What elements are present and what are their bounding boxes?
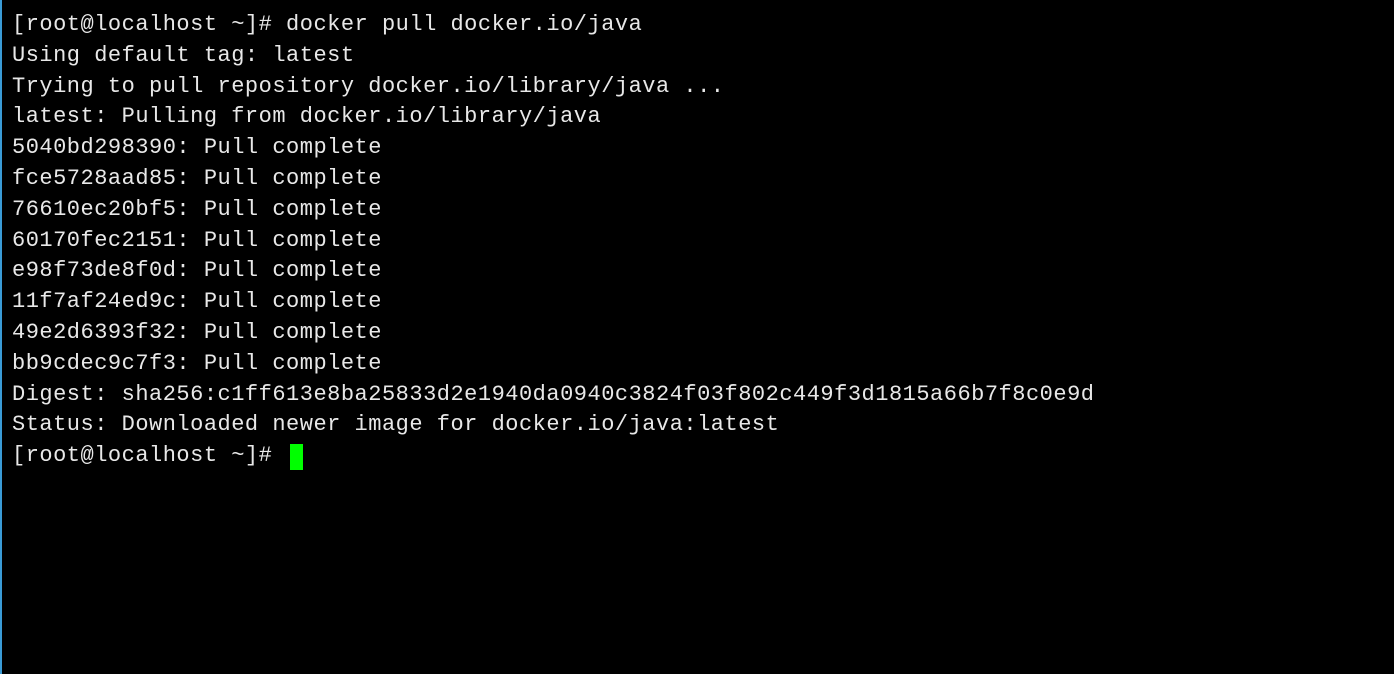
terminal-line: 5040bd298390: Pull complete — [12, 133, 1384, 164]
terminal-line: Using default tag: latest — [12, 41, 1384, 72]
terminal-prompt-line[interactable]: [root@localhost ~]# — [12, 441, 1384, 472]
terminal-line: 11f7af24ed9c: Pull complete — [12, 287, 1384, 318]
terminal-line: 49e2d6393f32: Pull complete — [12, 318, 1384, 349]
terminal-line: latest: Pulling from docker.io/library/j… — [12, 102, 1384, 133]
terminal-line: e98f73de8f0d: Pull complete — [12, 256, 1384, 287]
terminal-cursor — [290, 444, 303, 470]
terminal-prompt: [root@localhost ~]# — [12, 441, 286, 472]
terminal-line: fce5728aad85: Pull complete — [12, 164, 1384, 195]
terminal-line: Trying to pull repository docker.io/libr… — [12, 72, 1384, 103]
terminal-window[interactable]: [root@localhost ~]# docker pull docker.i… — [12, 10, 1384, 472]
terminal-line: Digest: sha256:c1ff613e8ba25833d2e1940da… — [12, 380, 1384, 411]
terminal-line: bb9cdec9c7f3: Pull complete — [12, 349, 1384, 380]
terminal-line: 60170fec2151: Pull complete — [12, 226, 1384, 257]
terminal-line: [root@localhost ~]# docker pull docker.i… — [12, 10, 1384, 41]
terminal-line: Status: Downloaded newer image for docke… — [12, 410, 1384, 441]
terminal-line: 76610ec20bf5: Pull complete — [12, 195, 1384, 226]
